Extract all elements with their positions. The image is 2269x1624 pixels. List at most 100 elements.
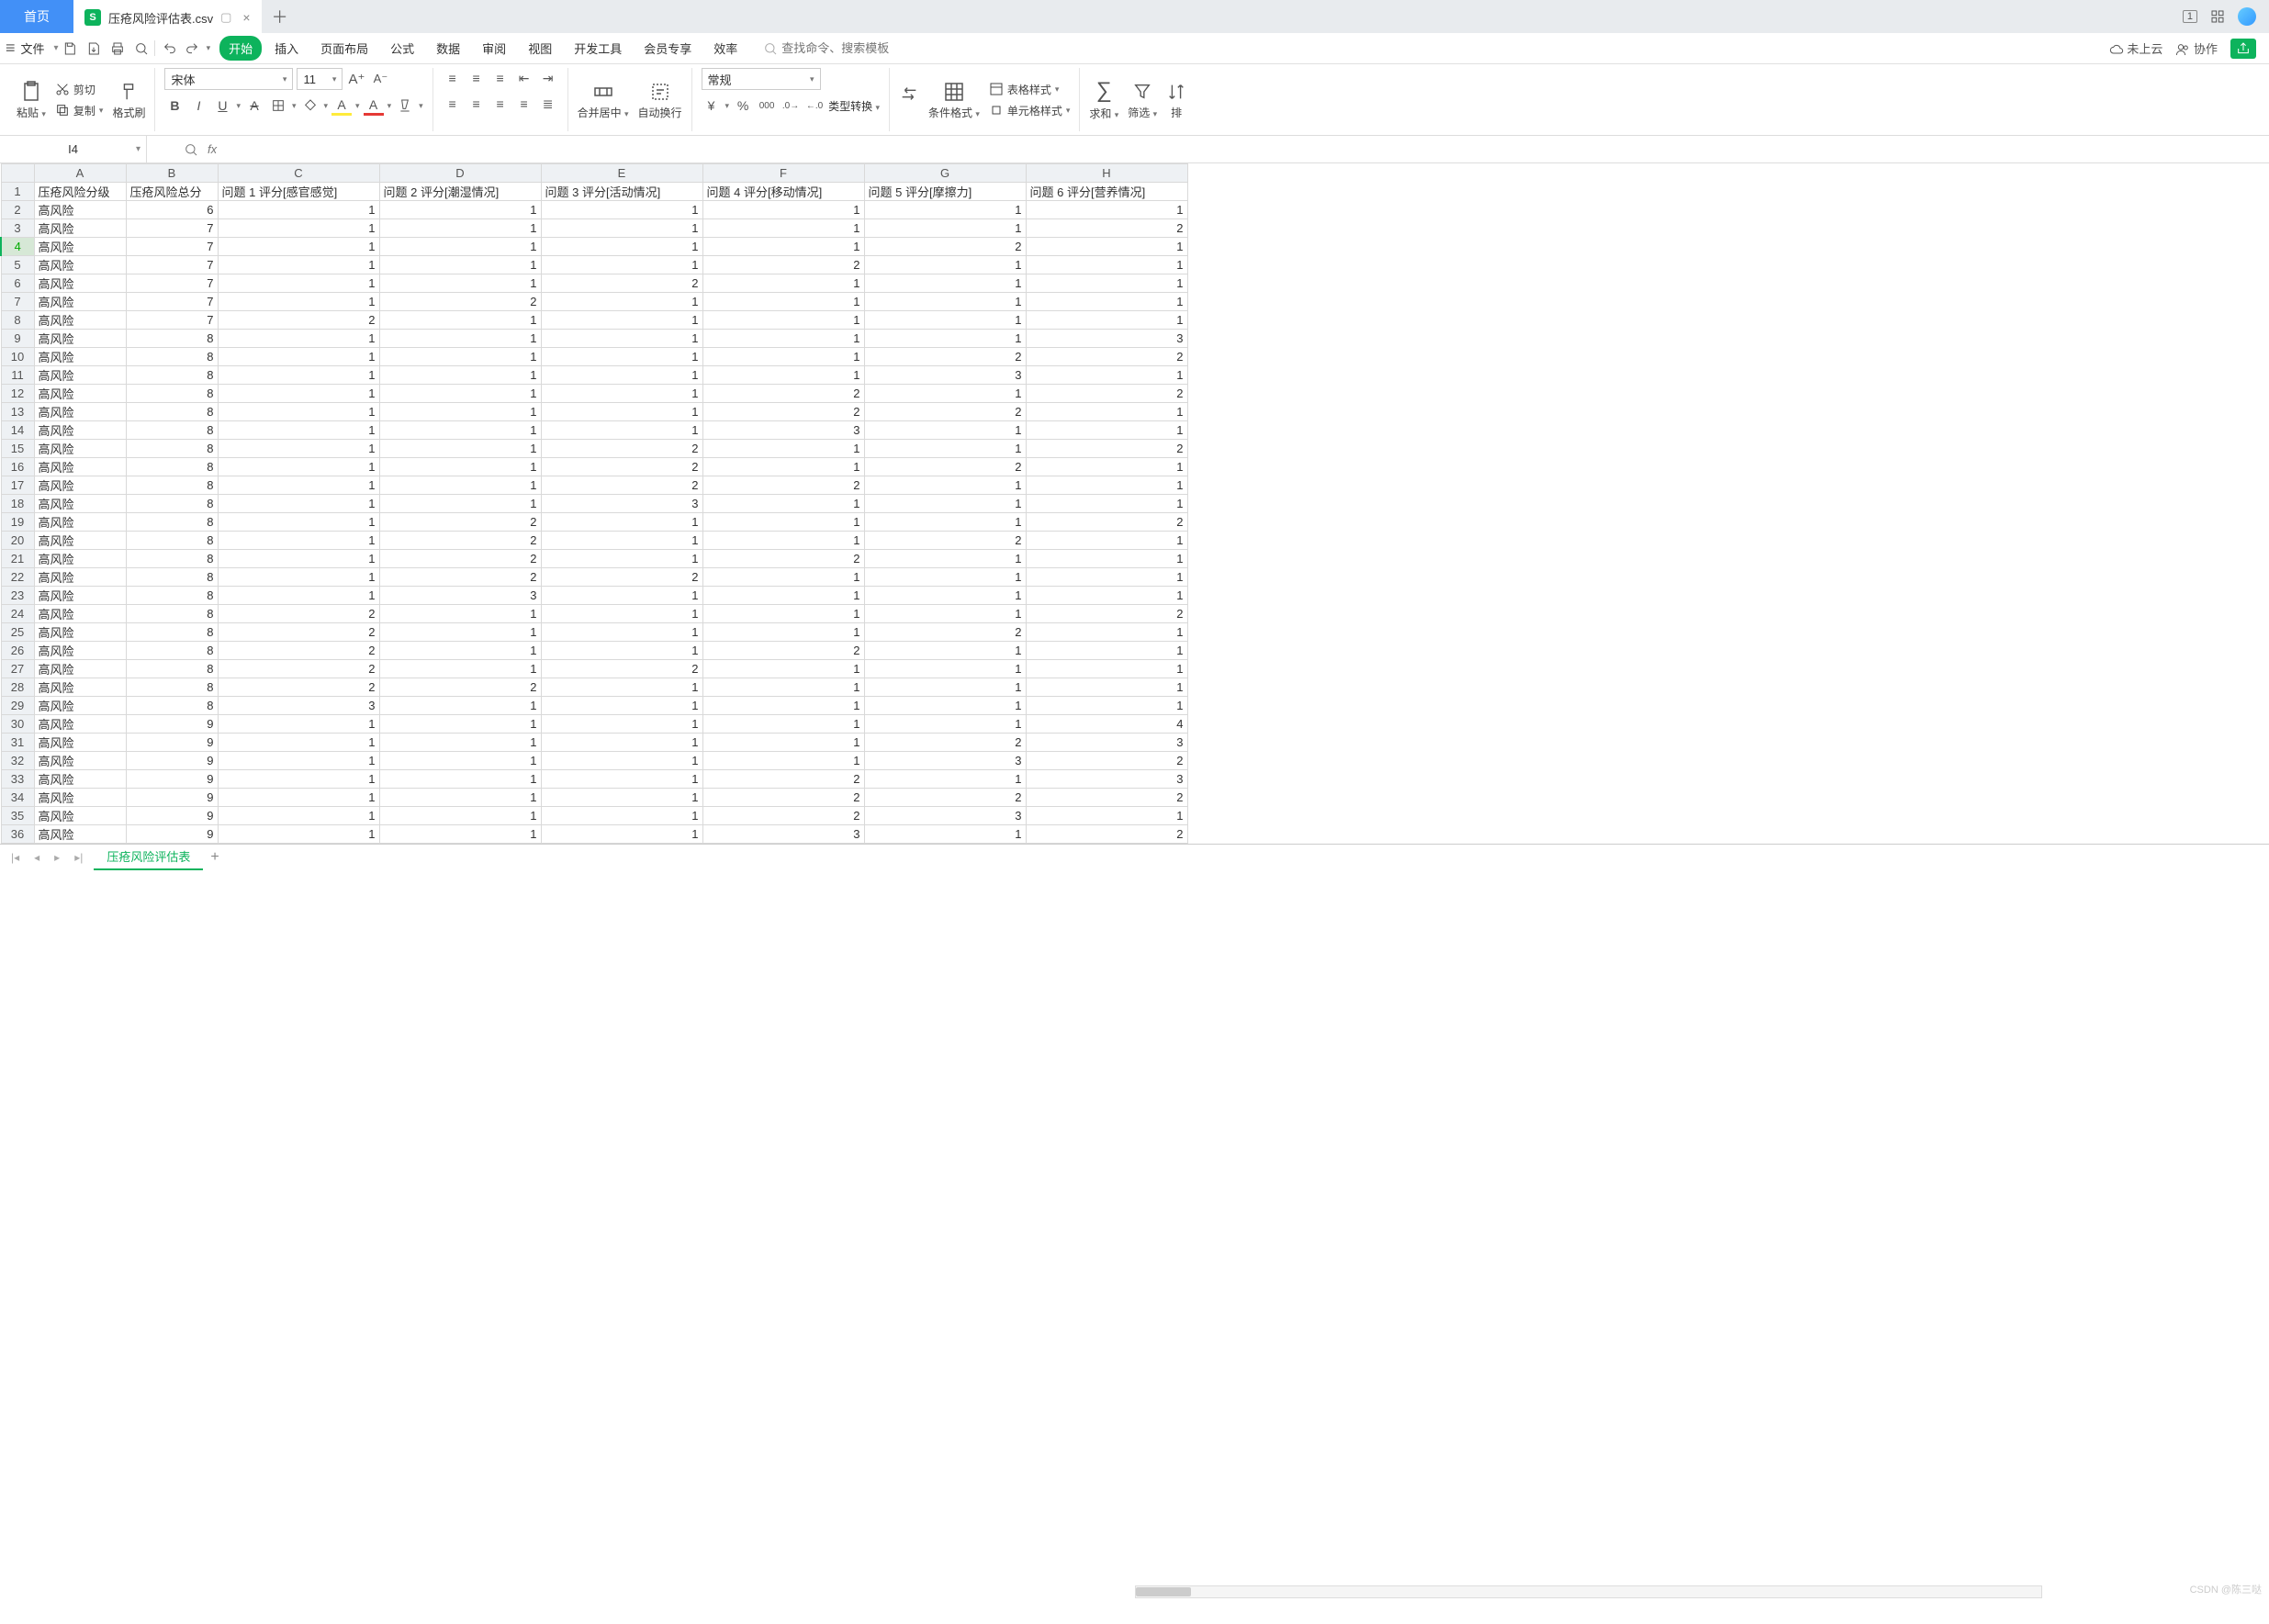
print-preview-icon[interactable] <box>134 40 149 56</box>
cell[interactable]: 1 <box>864 311 1026 330</box>
cell[interactable]: 9 <box>126 752 218 770</box>
horizontal-scrollbar[interactable] <box>1135 1585 2042 1598</box>
tab-formula[interactable]: 公式 <box>381 36 423 61</box>
cell[interactable]: 1 <box>218 256 379 274</box>
cell[interactable]: 1 <box>864 660 1026 678</box>
row-header[interactable]: 22 <box>1 568 34 587</box>
cell[interactable]: 1 <box>379 330 541 348</box>
cell[interactable]: 1 <box>379 403 541 421</box>
print-icon[interactable] <box>110 40 125 56</box>
cell[interactable]: 1 <box>1026 807 1187 825</box>
cell[interactable]: 压疮风险总分 <box>126 183 218 201</box>
cell[interactable]: 2 <box>702 385 864 403</box>
col-header[interactable]: A <box>34 164 126 183</box>
cell[interactable]: 1 <box>702 238 864 256</box>
cell[interactable]: 高风险 <box>34 495 126 513</box>
cell[interactable]: 2 <box>702 256 864 274</box>
cell[interactable]: 1 <box>1026 293 1187 311</box>
document-tab[interactable]: S 压疮风险评估表.csv ▢ × <box>73 0 262 33</box>
cell[interactable]: 2 <box>864 789 1026 807</box>
cell[interactable]: 1 <box>218 330 379 348</box>
strikethrough-button[interactable]: A <box>244 95 264 116</box>
row-header[interactable]: 21 <box>1 550 34 568</box>
app-grid-icon[interactable] <box>2210 9 2225 25</box>
cell[interactable]: 8 <box>126 587 218 605</box>
cell[interactable]: 压疮风险分级 <box>34 183 126 201</box>
cell[interactable]: 1 <box>541 256 702 274</box>
row-header[interactable]: 14 <box>1 421 34 440</box>
cell[interactable]: 1 <box>1026 476 1187 495</box>
cell[interactable]: 1 <box>379 201 541 219</box>
cell[interactable]: 2 <box>379 513 541 532</box>
cell[interactable]: 高风险 <box>34 385 126 403</box>
share-button[interactable] <box>2230 39 2256 59</box>
cell[interactable]: 1 <box>1026 550 1187 568</box>
cell[interactable]: 3 <box>379 587 541 605</box>
row-header[interactable]: 20 <box>1 532 34 550</box>
cell[interactable]: 1 <box>702 715 864 734</box>
row-header[interactable]: 1 <box>1 183 34 201</box>
cell[interactable]: 3 <box>702 421 864 440</box>
new-tab-button[interactable]: ＋ <box>262 0 298 33</box>
cell[interactable]: 1 <box>864 219 1026 238</box>
cell[interactable]: 1 <box>379 348 541 366</box>
cell[interactable]: 9 <box>126 789 218 807</box>
cell[interactable]: 高风险 <box>34 366 126 385</box>
command-search-input[interactable] <box>781 41 910 55</box>
table-style-button[interactable]: 表格样式 ▾ <box>989 82 1071 97</box>
cell[interactable]: 1 <box>702 311 864 330</box>
cell[interactable]: 高风险 <box>34 623 126 642</box>
spreadsheet-grid[interactable]: A B C D E F G H 1压疮风险分级压疮风险总分问题 1 评分[感官感… <box>0 163 2269 844</box>
row-header[interactable]: 27 <box>1 660 34 678</box>
cell[interactable]: 9 <box>126 807 218 825</box>
cell[interactable]: 1 <box>218 293 379 311</box>
tab-member[interactable]: 会员专享 <box>635 36 701 61</box>
cell[interactable]: 2 <box>1026 789 1187 807</box>
cell[interactable]: 2 <box>702 789 864 807</box>
cell[interactable]: 1 <box>541 605 702 623</box>
cell[interactable]: 8 <box>126 440 218 458</box>
redo-icon[interactable] <box>185 40 199 56</box>
cell[interactable]: 1 <box>218 825 379 844</box>
cell[interactable]: 2 <box>541 440 702 458</box>
save-icon[interactable] <box>62 40 77 56</box>
cell[interactable]: 1 <box>541 513 702 532</box>
command-search[interactable] <box>763 41 910 56</box>
cell[interactable]: 1 <box>702 660 864 678</box>
cell[interactable]: 2 <box>218 605 379 623</box>
cell[interactable]: 1 <box>1026 642 1187 660</box>
cell[interactable]: 高风险 <box>34 293 126 311</box>
cell[interactable]: 1 <box>541 421 702 440</box>
cell[interactable]: 1 <box>379 825 541 844</box>
cell[interactable]: 1 <box>864 421 1026 440</box>
row-header[interactable]: 18 <box>1 495 34 513</box>
cell[interactable]: 1 <box>702 605 864 623</box>
cell[interactable]: 1 <box>218 789 379 807</box>
cell[interactable]: 1 <box>702 293 864 311</box>
row-header[interactable]: 16 <box>1 458 34 476</box>
cell[interactable]: 高风险 <box>34 734 126 752</box>
cell[interactable]: 1 <box>864 587 1026 605</box>
cell[interactable]: 3 <box>702 825 864 844</box>
cell[interactable]: 2 <box>379 568 541 587</box>
cell[interactable]: 高风险 <box>34 348 126 366</box>
cell[interactable]: 2 <box>541 660 702 678</box>
cell[interactable]: 1 <box>218 752 379 770</box>
cloud-sync[interactable]: 未上云 <box>2109 39 2163 58</box>
cell[interactable]: 2 <box>864 348 1026 366</box>
cell[interactable]: 1 <box>541 219 702 238</box>
cell[interactable]: 3 <box>864 807 1026 825</box>
cell[interactable]: 1 <box>702 532 864 550</box>
cell[interactable]: 1 <box>864 385 1026 403</box>
cell[interactable]: 2 <box>1026 605 1187 623</box>
name-box-dropdown-icon[interactable]: ▾ <box>136 144 140 154</box>
cell[interactable]: 高风险 <box>34 678 126 697</box>
filter-button[interactable]: 筛选 ▾ <box>1128 79 1157 120</box>
format-painter-button[interactable]: 格式刷 <box>112 79 145 120</box>
cell[interactable]: 1 <box>541 770 702 789</box>
col-header[interactable]: B <box>126 164 218 183</box>
cell[interactable]: 1 <box>379 660 541 678</box>
cell[interactable]: 高风险 <box>34 789 126 807</box>
cell[interactable]: 1 <box>379 770 541 789</box>
copy-button[interactable]: 复制 ▾ <box>55 103 104 118</box>
